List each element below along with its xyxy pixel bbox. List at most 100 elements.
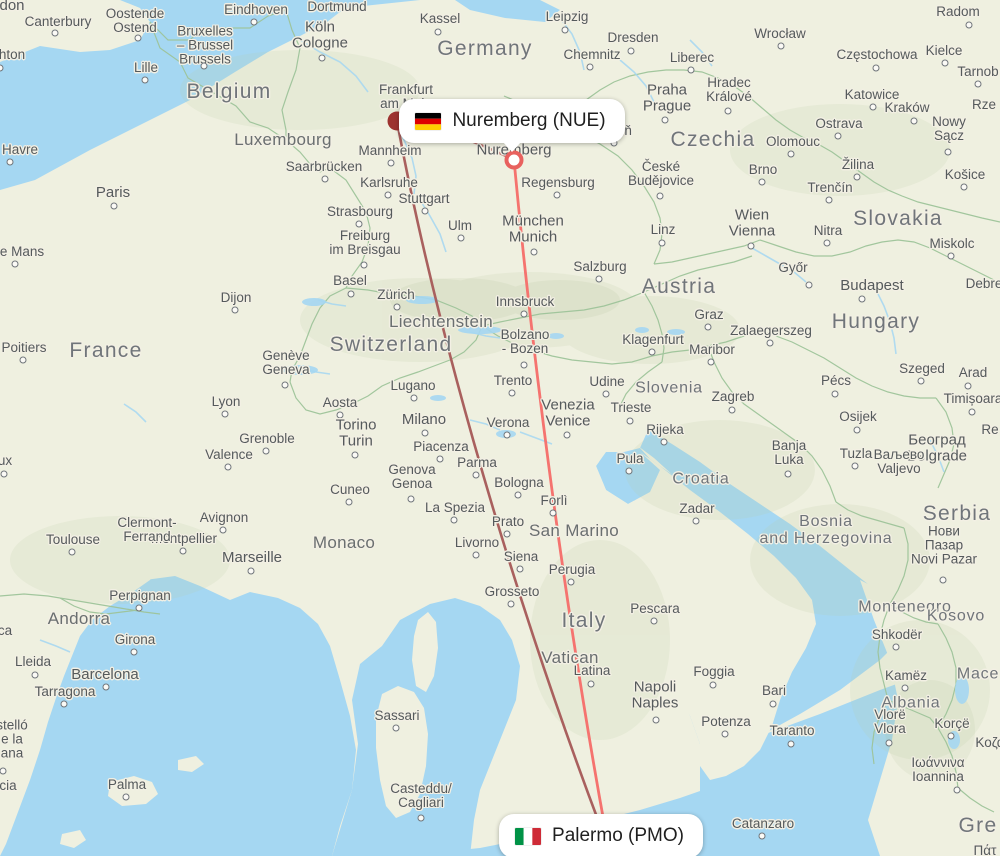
city-dot — [434, 28, 442, 36]
city-dot — [347, 290, 355, 298]
city-dot — [831, 390, 839, 398]
city-dot — [595, 275, 603, 283]
city-dot — [910, 117, 918, 125]
city-dot — [472, 551, 480, 559]
city-dot — [520, 361, 528, 369]
city-dot — [224, 463, 232, 471]
city-dot — [318, 54, 326, 62]
city-dot — [336, 411, 344, 419]
city-dot — [472, 471, 480, 479]
city-dot — [219, 526, 227, 534]
flag-germany-icon — [415, 112, 442, 130]
nuremberg-callout-label: Nuremberg (NUE) — [452, 110, 606, 131]
city-dot — [965, 21, 973, 29]
palermo-callout-label: Palermo (PMO) — [552, 825, 684, 846]
city-dot — [281, 381, 289, 389]
nuremberg-palermo-route[interactable] — [512, 158, 607, 830]
palermo-callout[interactable]: Palermo (PMO) — [499, 814, 703, 856]
city-dot — [384, 191, 392, 199]
city-dot — [947, 252, 955, 260]
city-dot — [141, 76, 149, 84]
city-dot — [787, 740, 795, 748]
city-dot — [19, 356, 27, 364]
nuremberg-callout[interactable]: Nuremberg (NUE) — [399, 99, 625, 152]
city-dot — [627, 47, 635, 55]
city-dot — [834, 132, 842, 140]
city-dot — [602, 390, 610, 398]
city-dot — [650, 617, 658, 625]
city-dot — [11, 260, 19, 268]
frankfurt-palermo-route[interactable] — [395, 119, 603, 830]
city-dot — [421, 429, 429, 437]
city-dot — [777, 42, 785, 50]
city-dot — [858, 295, 866, 303]
city-dot — [892, 643, 900, 651]
city-dot — [766, 339, 774, 347]
city-dot — [960, 183, 968, 191]
city-dot — [355, 220, 363, 228]
city-dot — [31, 671, 39, 679]
city-dot — [587, 680, 595, 688]
city-dot — [417, 814, 425, 822]
city-dot — [122, 793, 130, 801]
city-dot — [974, 80, 982, 88]
city-dot — [692, 517, 700, 525]
city-dot — [321, 175, 329, 183]
city-dot — [964, 382, 972, 390]
city-dot — [769, 700, 777, 708]
city-dot — [586, 63, 594, 71]
city-dot — [728, 406, 736, 414]
city-dot — [709, 681, 717, 689]
city-dot — [392, 724, 400, 732]
city-dot — [561, 26, 569, 34]
city-dot — [503, 530, 511, 538]
city-dot — [530, 248, 538, 256]
city-dot — [6, 158, 14, 166]
city-dot — [658, 239, 666, 247]
city-dot — [516, 565, 524, 573]
city-dot — [968, 408, 976, 416]
city-dot — [853, 426, 861, 434]
city-dot — [648, 348, 656, 356]
city-dot — [704, 323, 712, 331]
city-dot — [917, 377, 925, 385]
city-dot — [941, 59, 949, 67]
city-dot — [520, 310, 528, 318]
city-dot — [687, 66, 695, 74]
city-dot — [102, 683, 110, 691]
city-dot — [953, 786, 961, 794]
city-dot — [247, 567, 255, 575]
city-dot — [656, 192, 664, 200]
city-dot — [872, 64, 880, 72]
city-dot — [853, 173, 861, 181]
city-dot — [707, 358, 715, 366]
city-dot — [508, 389, 516, 397]
city-dot — [625, 467, 633, 475]
city-dot — [436, 455, 444, 463]
city-dot — [130, 648, 138, 656]
city-dot — [787, 150, 795, 158]
city-dot — [758, 178, 766, 186]
city-dot — [939, 576, 947, 584]
city-dot — [851, 462, 859, 470]
city-dot — [784, 470, 792, 478]
city-dot — [179, 547, 187, 555]
city-dot — [421, 207, 429, 215]
city-dot — [360, 261, 368, 269]
city-dot — [68, 548, 76, 556]
flight-route-map[interactable]: don Canterbury hton Oostende Ostend Eindhove… — [0, 0, 1000, 856]
city-dot — [823, 239, 831, 247]
city-dot — [507, 600, 515, 608]
city-dot — [901, 684, 909, 692]
city-dot — [135, 604, 143, 612]
city-dot — [407, 495, 415, 503]
city-dot — [553, 191, 561, 199]
city-dot — [885, 739, 893, 747]
city-dot — [747, 242, 755, 250]
nuremberg-hub-marker[interactable] — [504, 150, 524, 170]
city-dot — [250, 18, 258, 26]
city-dot — [231, 306, 239, 314]
city-dot — [0, 470, 8, 478]
city-dot — [60, 700, 68, 708]
city-dot — [660, 438, 668, 446]
